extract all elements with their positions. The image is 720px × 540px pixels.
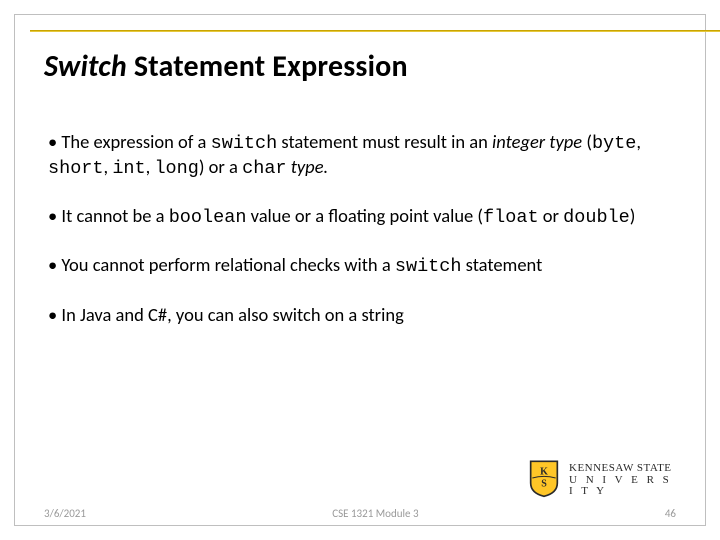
title-italic: Switch	[44, 48, 127, 85]
text: value or a floating point value (	[246, 204, 483, 227]
footer-page: 46	[665, 507, 676, 520]
code: switch	[395, 256, 462, 277]
bullet-marker	[48, 130, 61, 153]
italic-text: type.	[287, 155, 329, 178]
text: ,	[636, 130, 641, 153]
text: statement must result in an	[277, 130, 492, 153]
bullet-marker	[48, 253, 61, 276]
bullet-list: The expression of a switch statement mus…	[48, 130, 672, 350]
code: float	[483, 207, 539, 228]
bullet-marker	[48, 303, 61, 326]
slide-footer: 3/6/2021 CSE 1321 Module 3 46	[44, 507, 676, 520]
text: The expression of a	[61, 130, 210, 153]
svg-text:S: S	[541, 478, 547, 489]
code: long	[154, 158, 198, 179]
footer-course: CSE 1321 Module 3	[332, 507, 418, 520]
text: In Java and C#, you can also switch on a…	[61, 303, 403, 326]
accent-line-2	[30, 31, 720, 32]
code: byte	[592, 133, 636, 154]
bullet-4: In Java and C#, you can also switch on a…	[48, 303, 672, 326]
code: switch	[211, 133, 278, 154]
logo-line1: KENNESAW STATE	[569, 463, 682, 475]
bullet-2: It cannot be a boolean value or a floati…	[48, 204, 672, 229]
logo-shield-icon: K S	[527, 458, 561, 503]
italic-text: integer type	[492, 130, 582, 153]
text: ) or a	[199, 155, 242, 178]
bullet-marker	[48, 204, 61, 227]
code: boolean	[169, 207, 247, 228]
logo-line2: U N I V E R S I T Y	[569, 475, 682, 498]
code: short	[48, 158, 104, 179]
code: char	[242, 158, 286, 179]
logo-text: KENNESAW STATE U N I V E R S I T Y	[569, 463, 682, 498]
code: double	[563, 207, 630, 228]
text: ,	[104, 155, 113, 178]
footer-date: 3/6/2021	[44, 507, 86, 520]
slide-title: Switch Statement Expression	[44, 48, 408, 85]
code: int	[112, 158, 145, 179]
bullet-1: The expression of a switch statement mus…	[48, 130, 672, 180]
text: statement	[461, 253, 542, 276]
university-logo: K S KENNESAW STATE U N I V E R S I T Y	[527, 458, 682, 500]
text: or	[539, 204, 564, 227]
text: (	[582, 130, 592, 153]
text: You cannot perform relational checks wit…	[61, 253, 394, 276]
text: It cannot be a	[61, 204, 168, 227]
title-rest: Statement Expression	[127, 48, 408, 85]
text: )	[630, 204, 636, 227]
bullet-3: You cannot perform relational checks wit…	[48, 253, 672, 278]
